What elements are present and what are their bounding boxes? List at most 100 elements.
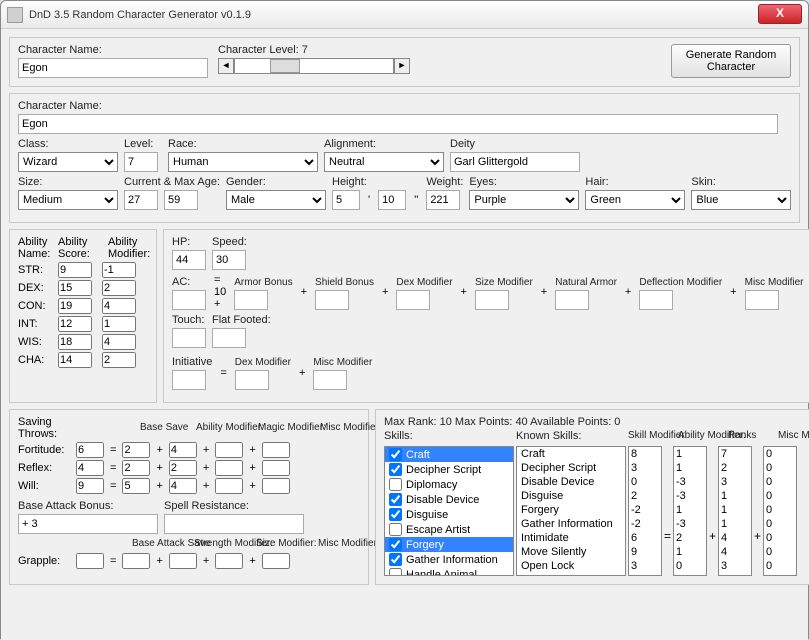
list-item[interactable]: 1 (674, 461, 706, 475)
skill-checkbox[interactable] (389, 568, 402, 576)
list-item[interactable]: Gather Information (517, 517, 625, 531)
list-item[interactable]: Open Lock (517, 559, 625, 573)
list-item[interactable]: 2 (674, 531, 706, 545)
slider-left-icon[interactable]: ◄ (218, 58, 234, 74)
list-item[interactable]: 1 (719, 503, 751, 517)
height-ft-input[interactable] (332, 190, 360, 210)
list-item[interactable]: Intimidate (517, 531, 625, 545)
will-total[interactable] (76, 478, 104, 494)
list-item[interactable]: 4 (719, 545, 751, 559)
skill-checkbox[interactable] (389, 493, 402, 506)
weight-input[interactable] (426, 190, 460, 210)
fort-misc[interactable] (262, 442, 290, 458)
skill-checkbox[interactable] (389, 463, 402, 476)
grapple-total[interactable] (76, 553, 104, 569)
bab-input[interactable] (18, 514, 158, 534)
list-item[interactable]: Disguise (517, 489, 625, 503)
list-item[interactable]: 4 (719, 573, 751, 576)
slider-thumb[interactable] (270, 59, 300, 73)
armor-bonus-input[interactable] (234, 290, 268, 310)
list-item[interactable]: 1 (674, 447, 706, 461)
fort-abil[interactable] (169, 442, 197, 458)
abil-mod-input[interactable] (102, 280, 136, 296)
list-item[interactable]: 0 (764, 489, 796, 503)
list-item[interactable]: Forgery (385, 537, 513, 552)
nat-armor-input[interactable] (555, 290, 589, 310)
eyes-select[interactable]: Purple (469, 190, 579, 210)
abil-score-input[interactable] (58, 334, 92, 350)
fort-magic[interactable] (215, 442, 243, 458)
skill-checkbox[interactable] (389, 478, 402, 491)
abil-mod-input[interactable] (102, 316, 136, 332)
list-item[interactable]: 0 (764, 475, 796, 489)
list-item[interactable]: 4 (719, 531, 751, 545)
list-item[interactable]: Move Silently (517, 545, 625, 559)
defl-mod-input[interactable] (639, 290, 673, 310)
shield-bonus-input[interactable] (315, 290, 349, 310)
align-select[interactable]: Neutral (324, 152, 444, 172)
list-item[interactable]: 8 (629, 447, 661, 461)
skill-mod-list[interactable]: 8302-2-26935 (628, 446, 662, 576)
list-item[interactable]: 9 (629, 545, 661, 559)
list-item[interactable]: 1 (719, 489, 751, 503)
abil-mod-input[interactable] (102, 298, 136, 314)
list-item[interactable]: Gather Information (385, 552, 513, 567)
grapple-siz[interactable] (215, 553, 243, 569)
height-in-input[interactable] (378, 190, 406, 210)
list-item[interactable]: 2 (629, 489, 661, 503)
grapple-str[interactable] (169, 553, 197, 569)
misc-mod-list[interactable]: 0000000000 (763, 446, 797, 576)
list-item[interactable]: Decipher Script (517, 461, 625, 475)
list-item[interactable]: 5 (629, 573, 661, 576)
list-item[interactable]: Disguise (385, 507, 513, 522)
will-magic[interactable] (215, 478, 243, 494)
grapple-misc[interactable] (262, 553, 290, 569)
sr-input[interactable] (164, 514, 304, 534)
race-select[interactable]: Human (168, 152, 318, 172)
abil-score-input[interactable] (58, 262, 92, 278)
age-cur-input[interactable] (124, 190, 158, 210)
skill-checkbox[interactable] (389, 508, 402, 521)
list-item[interactable]: Decipher Script (385, 462, 513, 477)
flat-input[interactable] (212, 328, 246, 348)
list-item[interactable]: 0 (764, 531, 796, 545)
close-button[interactable]: X (758, 4, 802, 24)
list-item[interactable]: 0 (764, 503, 796, 517)
list-item[interactable]: 2 (719, 461, 751, 475)
list-item[interactable]: 7 (719, 447, 751, 461)
ref-magic[interactable] (215, 460, 243, 476)
gender-select[interactable]: Male (226, 190, 326, 210)
ac-input[interactable] (172, 290, 206, 310)
skills-listbox[interactable]: CraftDecipher ScriptDiplomacyDisable Dev… (384, 446, 514, 576)
list-item[interactable]: Forgery (517, 503, 625, 517)
abil-mod-input[interactable] (102, 262, 136, 278)
abil-score-input[interactable] (58, 280, 92, 296)
abil-score-input[interactable] (58, 316, 92, 332)
generate-button[interactable]: Generate Random Character (671, 44, 791, 78)
list-item[interactable]: 0 (764, 545, 796, 559)
will-base[interactable] (122, 478, 150, 494)
list-item[interactable]: -2 (629, 503, 661, 517)
list-item[interactable]: 3 (629, 461, 661, 475)
list-item[interactable]: Perform (517, 573, 625, 576)
init-input[interactable] (172, 370, 206, 390)
age-max-input[interactable] (164, 190, 198, 210)
list-item[interactable]: 3 (629, 559, 661, 573)
list-item[interactable]: Disable Device (517, 475, 625, 489)
init-dex-input[interactable] (235, 370, 269, 390)
fort-base[interactable] (122, 442, 150, 458)
ranks-list[interactable]: 7231114434 (718, 446, 752, 576)
slider-track[interactable] (234, 58, 394, 74)
list-item[interactable]: Diplomacy (385, 477, 513, 492)
skill-checkbox[interactable] (389, 448, 402, 461)
will-misc[interactable] (262, 478, 290, 494)
abil-mod-list[interactable]: 11-3-31-32101 (673, 446, 707, 576)
list-item[interactable]: 0 (764, 559, 796, 573)
abil-mod-input[interactable] (102, 334, 136, 350)
init-misc-input[interactable] (313, 370, 347, 390)
list-item[interactable]: 0 (764, 447, 796, 461)
list-item[interactable]: -2 (629, 517, 661, 531)
list-item[interactable]: 0 (764, 461, 796, 475)
list-item[interactable]: Craft (385, 447, 513, 462)
list-item[interactable]: 3 (719, 475, 751, 489)
